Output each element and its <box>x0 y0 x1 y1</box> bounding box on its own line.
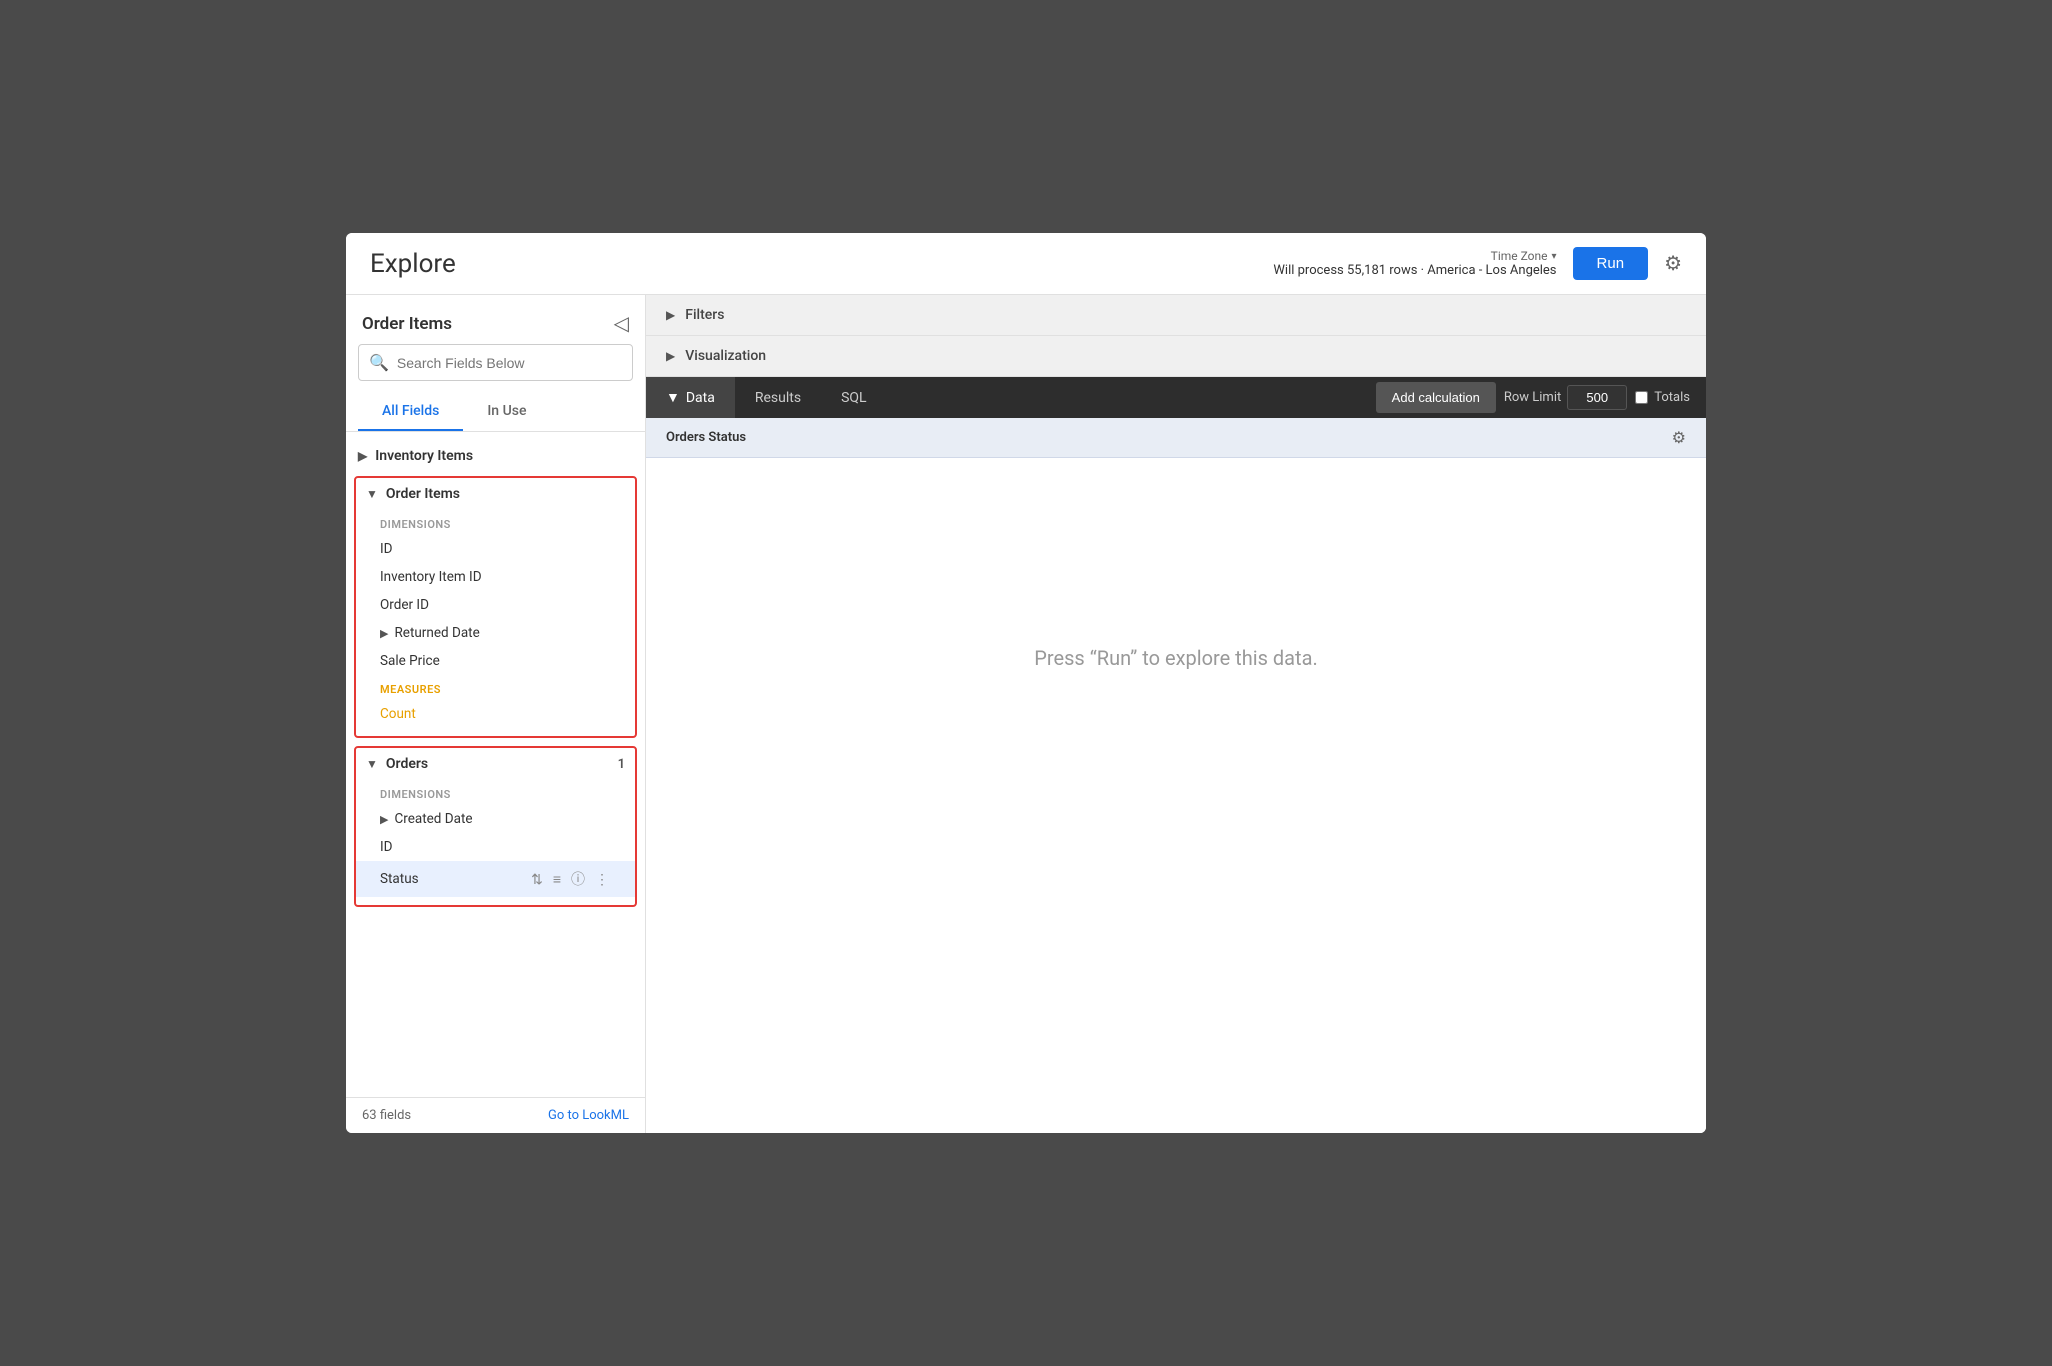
section-order-items: ▼ Order Items DIMENSIONS ID Inventory It… <box>354 476 637 738</box>
time-zone-label: Time Zone <box>1491 249 1548 263</box>
search-container: 🔍 <box>346 344 645 393</box>
field-orders-id[interactable]: ID <box>356 833 635 861</box>
sidebar-header: Order Items ◁ <box>346 295 645 344</box>
orders-badge: 1 <box>618 757 625 772</box>
orders-label: Orders <box>386 756 428 772</box>
row-limit-input[interactable] <box>1567 385 1627 410</box>
add-calculation-button[interactable]: Add calculation <box>1376 382 1496 413</box>
tab-data-label: Data <box>686 390 715 406</box>
time-zone: Time Zone ▾ <box>1273 249 1556 263</box>
field-status-actions: ⇅ ≡ ⓘ ⋮ <box>529 867 611 891</box>
field-returned-date[interactable]: ▶ Returned Date <box>356 619 635 647</box>
field-inventory-item-id[interactable]: Inventory Item ID <box>356 563 635 591</box>
order-items-header[interactable]: ▼ Order Items <box>356 478 635 510</box>
totals-section: Totals <box>1635 390 1690 405</box>
right-panel: ▶ Filters ▶ Visualization ▼ Data Results <box>646 295 1706 1133</box>
main-content: Order Items ◁ 🔍 All Fields In Use ▶ Inve… <box>346 295 1706 1133</box>
field-status[interactable]: Status ⇅ ≡ ⓘ ⋮ <box>356 861 635 897</box>
totals-checkbox[interactable] <box>1635 391 1648 404</box>
search-input[interactable] <box>397 355 622 371</box>
tab-data[interactable]: ▼ Data <box>646 377 735 418</box>
data-area: Orders Status ⚙ Press “Run” to explore t… <box>646 418 1706 1133</box>
filters-label: Filters <box>685 307 724 323</box>
header: Explore Time Zone ▾ Will process 55,181 … <box>346 233 1706 295</box>
column-orders-status: Orders Status <box>666 430 1672 445</box>
chevron-right-icon: ▶ <box>380 813 388 826</box>
header-right: Time Zone ▾ Will process 55,181 rows · A… <box>1273 247 1682 280</box>
data-header-row: Orders Status ⚙ <box>646 418 1706 458</box>
chevron-right-icon: ▶ <box>380 627 388 640</box>
orders-header[interactable]: ▼ Orders 1 <box>356 748 635 780</box>
tabs: All Fields In Use <box>346 393 645 432</box>
row-limit-section: Row Limit <box>1504 385 1627 410</box>
toolbar: ▼ Data Results SQL Add calculation Row L… <box>646 377 1706 418</box>
sort-icon[interactable]: ⇅ <box>529 869 545 890</box>
settings-icon[interactable]: ⚙ <box>1664 251 1682 276</box>
visualization-label: Visualization <box>685 348 766 364</box>
visualization-section: ▶ Visualization <box>646 336 1706 377</box>
chevron-down-icon: ▼ <box>366 757 378 771</box>
go-to-lookml-link[interactable]: Go to LookML <box>548 1108 629 1123</box>
field-id[interactable]: ID <box>356 535 635 563</box>
filter-icon[interactable]: ≡ <box>551 869 563 889</box>
more-icon[interactable]: ⋮ <box>593 869 611 890</box>
section-orders: ▼ Orders 1 DIMENSIONS ▶ Created Date ID <box>354 746 637 907</box>
fields-count: 63 fields <box>362 1108 411 1123</box>
orders-body: DIMENSIONS ▶ Created Date ID Status ⇅ <box>356 780 635 905</box>
sidebar-footer: 63 fields Go to LookML <box>346 1097 645 1133</box>
order-items-label: Order Items <box>386 486 460 502</box>
tab-sql[interactable]: SQL <box>821 378 886 418</box>
row-limit-label: Row Limit <box>1504 390 1561 405</box>
filters-section: ▶ Filters <box>646 295 1706 336</box>
page-title: Explore <box>370 249 456 279</box>
info-icon[interactable]: ⓘ <box>569 867 587 891</box>
tab-results-label: Results <box>755 390 801 406</box>
search-box: 🔍 <box>358 344 633 381</box>
field-order-id[interactable]: Order ID <box>356 591 635 619</box>
visualization-header[interactable]: ▶ Visualization <box>646 336 1706 376</box>
chevron-right-icon: ▶ <box>666 308 675 322</box>
chevron-right-icon: ▶ <box>358 449 367 463</box>
sidebar-title: Order Items <box>362 314 452 334</box>
column-settings-icon[interactable]: ⚙ <box>1672 428 1686 447</box>
header-info: Time Zone ▾ Will process 55,181 rows · A… <box>1273 249 1556 278</box>
field-sale-price[interactable]: Sale Price <box>356 647 635 675</box>
chevron-down-icon: ▾ <box>1552 251 1557 262</box>
process-info: Will process 55,181 rows · America - Los… <box>1273 263 1556 278</box>
totals-label: Totals <box>1654 390 1690 405</box>
field-count[interactable]: Count <box>356 700 635 728</box>
chevron-down-icon: ▼ <box>366 487 378 501</box>
sidebar-back-button[interactable]: ◁ <box>614 311 629 336</box>
dimensions-label: DIMENSIONS <box>356 510 635 535</box>
measures-label: MEASURES <box>356 675 635 700</box>
tab-all-fields[interactable]: All Fields <box>358 393 463 431</box>
tab-sql-label: SQL <box>841 390 866 406</box>
empty-state: Press “Run” to explore this data. <box>646 458 1706 858</box>
tab-data-chevron: ▼ <box>666 389 680 406</box>
search-icon: 🔍 <box>369 353 389 372</box>
orders-dimensions-label: DIMENSIONS <box>356 780 635 805</box>
app-container: Explore Time Zone ▾ Will process 55,181 … <box>346 233 1706 1133</box>
fields-list: ▶ Inventory Items ▼ Order Items DIMENSIO… <box>346 432 645 1097</box>
filters-header[interactable]: ▶ Filters <box>646 295 1706 335</box>
run-button[interactable]: Run <box>1573 247 1649 280</box>
tab-results[interactable]: Results <box>735 378 821 418</box>
tab-in-use[interactable]: In Use <box>463 393 550 431</box>
chevron-right-icon: ▶ <box>666 349 675 363</box>
section-label: Inventory Items <box>375 448 473 464</box>
sidebar: Order Items ◁ 🔍 All Fields In Use ▶ Inve… <box>346 295 646 1133</box>
field-created-date[interactable]: ▶ Created Date <box>356 805 635 833</box>
order-items-body: DIMENSIONS ID Inventory Item ID Order ID… <box>356 510 635 736</box>
section-inventory-items[interactable]: ▶ Inventory Items <box>346 440 645 472</box>
